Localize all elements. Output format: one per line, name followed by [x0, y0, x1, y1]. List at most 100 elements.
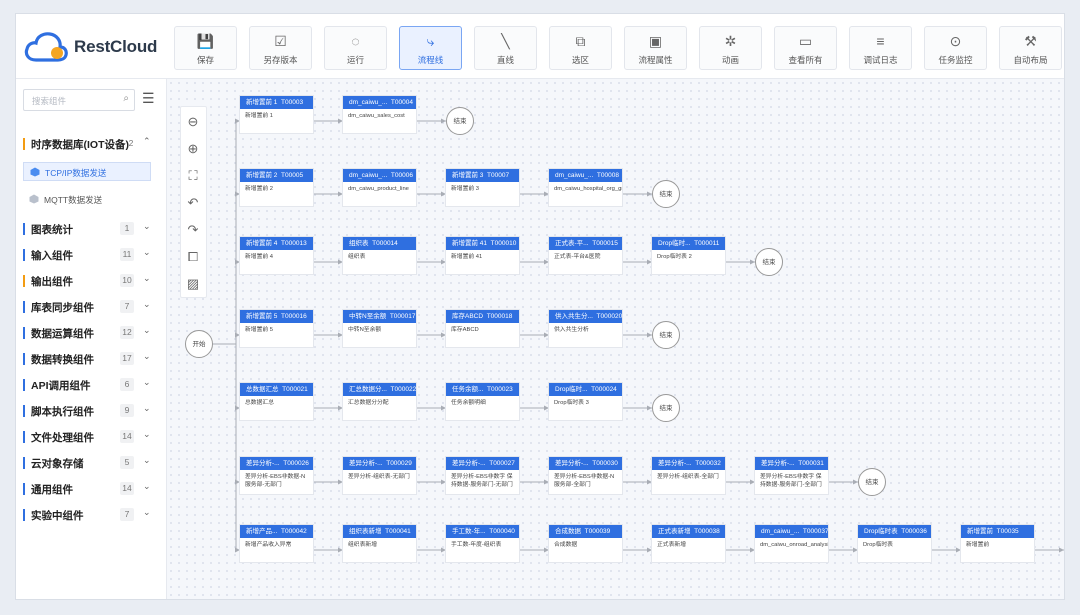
- component-group[interactable]: API调用组件 6 ⌄: [23, 375, 161, 395]
- chevron-down-icon[interactable]: ⌄: [143, 351, 151, 362]
- flow-line-button[interactable]: ⤷ 流程线: [399, 26, 462, 70]
- component-group[interactable]: 云对象存储 5 ⌄: [23, 453, 161, 473]
- save-button[interactable]: 💾 保存: [174, 26, 237, 70]
- component-group[interactable]: 输入组件 11 ⌄: [23, 245, 161, 265]
- select-area-button[interactable]: ⧉ 选区: [549, 26, 612, 70]
- flow-node[interactable]: dm_caiwu_... T00006 dm_caiwu_product_line: [343, 169, 416, 206]
- chevron-down-icon[interactable]: ⌄: [143, 299, 151, 310]
- node-name: 差异分析-...: [658, 460, 692, 467]
- node-name: 手工数-年...: [452, 528, 486, 535]
- flow-node[interactable]: 差异分析-... T000029 差异分析-组织表-无部门: [343, 457, 416, 494]
- flow-node[interactable]: 新增置前 3 T00007 新增置前 3: [446, 169, 519, 206]
- chevron-down-icon[interactable]: ⌄: [143, 221, 151, 232]
- flow-node[interactable]: 新增置前 2 T00005 新增置前 2: [240, 169, 313, 206]
- flow-node[interactable]: 供入共生分... T000020 供入共生分析: [549, 310, 622, 347]
- chevron-down-icon[interactable]: ⌄: [143, 247, 151, 258]
- component-item[interactable]: TCP/IP数据发送: [23, 162, 151, 181]
- chevron-down-icon[interactable]: ⌄: [143, 325, 151, 336]
- view-all-button[interactable]: ▭ 查看所有: [774, 26, 837, 70]
- component-group[interactable]: 数据运算组件 12 ⌄: [23, 323, 161, 343]
- flow-node[interactable]: 新增置前 1 T00003 新增置前 1: [240, 96, 313, 133]
- list-view-icon[interactable]: ☰: [142, 91, 155, 105]
- group-marker: [23, 379, 25, 391]
- flow-node[interactable]: 手工数-年... T000040 手工数-年度-组织表: [446, 525, 519, 562]
- search-icon[interactable]: ⌕: [123, 93, 129, 104]
- flow-canvas[interactable]: 开始 新增置前 1 T00003 新增置前 1 dm_caiwu_... T00004…: [167, 79, 1064, 599]
- flow-node[interactable]: dm_caiwu_... T000037 dm_caiwu_onroad_anal…: [755, 525, 828, 562]
- flow-node[interactable]: 组织表新增 T000041 组织表新增: [343, 525, 416, 562]
- component-item[interactable]: MQTT数据发送: [23, 190, 151, 209]
- flow-node[interactable]: dm_caiwu_... T00004 dm_caiwu_sales_cost: [343, 96, 416, 133]
- straight-line-button[interactable]: ╲ 直线: [474, 26, 537, 70]
- animation-button[interactable]: ✲ 动画: [699, 26, 762, 70]
- chevron-down-icon[interactable]: ⌄: [143, 481, 151, 492]
- chevron-down-icon[interactable]: ⌄: [143, 377, 151, 388]
- undo-icon[interactable]: ↶: [184, 194, 202, 212]
- flow-node[interactable]: Drop临时... T000011 Drop临时表 2: [652, 237, 725, 274]
- flow-node[interactable]: 差异分析-... T000027 差异分析-EBS非数字 保持数据-服务部门-无部…: [446, 457, 519, 494]
- chevron-down-icon[interactable]: ⌄: [143, 429, 151, 440]
- flow-node[interactable]: 差异分析-... T000031 差异分析-EBS非数字 保持数据-服务部门-全部…: [755, 457, 828, 494]
- zoom-in-icon[interactable]: ⊕: [184, 140, 202, 158]
- end-node[interactable]: 结束: [652, 180, 680, 208]
- flow-node[interactable]: Drop临时... T000024 Drop临时表 3: [549, 383, 622, 420]
- end-node[interactable]: 结束: [755, 248, 783, 276]
- flow-node[interactable]: 合成数据 T000039 合成数据: [549, 525, 622, 562]
- component-group[interactable]: 脚本执行组件 9 ⌄: [23, 401, 161, 421]
- flow-node[interactable]: 新增置前 5 T000016 新增置前 5: [240, 310, 313, 347]
- flow-node[interactable]: 汇总数据分... T000022 汇总数据分分配: [343, 383, 416, 420]
- flow-node[interactable]: 中转N至余额 T000017 中转N至余额: [343, 310, 416, 347]
- save-version-button[interactable]: ☑ 另存版本: [249, 26, 312, 70]
- redo-icon[interactable]: ↷: [184, 221, 202, 239]
- end-node[interactable]: 结束: [446, 107, 474, 135]
- end-node[interactable]: 结束: [652, 394, 680, 422]
- grid-icon[interactable]: ▨: [184, 275, 202, 293]
- component-group[interactable]: 数据转换组件 17 ⌄: [23, 349, 161, 369]
- zoom-out-icon[interactable]: ⊖: [184, 113, 202, 131]
- start-node[interactable]: 开始: [185, 330, 213, 358]
- flow-properties-button[interactable]: ▣ 流程属性: [624, 26, 687, 70]
- flow-node[interactable]: 新增置前 4 T000013 新增置前 4: [240, 237, 313, 274]
- chevron-down-icon[interactable]: ⌄: [143, 273, 151, 284]
- node-title: 供入共生分... T000020: [549, 310, 622, 323]
- flow-node[interactable]: 差异分析-... T000026 差异分析-EBS非数据-N 服务部-无部门: [240, 457, 313, 494]
- node-id: T00006: [390, 172, 413, 179]
- node-title: 正式表-平... T000015: [549, 237, 622, 250]
- component-group[interactable]: 时序数据库(IOT设备) 2 ⌃: [23, 134, 161, 154]
- chevron-up-icon[interactable]: ⌃: [143, 136, 151, 147]
- flow-node[interactable]: 新增置前 41 T000010 新增置前 41: [446, 237, 519, 274]
- task-monitor-button[interactable]: ⊙ 任务监控: [924, 26, 987, 70]
- auto-layout-button[interactable]: ⚒ 自动布局: [999, 26, 1062, 70]
- flow-node[interactable]: 新增置前 T00035 新增置前: [961, 525, 1034, 562]
- run-button[interactable]: ◌ 运行: [324, 26, 387, 70]
- group-marker: [23, 431, 25, 443]
- component-group[interactable]: 通用组件 14 ⌄: [23, 479, 161, 499]
- flow-node[interactable]: 正式表新增 T000038 正式表新增: [652, 525, 725, 562]
- flow-node[interactable]: 正式表-平... T000015 正式表-平台&医院: [549, 237, 622, 274]
- flow-node[interactable]: 差异分析-... T000030 差异分析-EBS非数据-N 服务部-全部门: [549, 457, 622, 494]
- search-input[interactable]: [30, 91, 120, 111]
- flow-node[interactable]: 差异分析-... T000032 差异分析-组织表-全部门: [652, 457, 725, 494]
- flow-node[interactable]: 组织表 T000014 组织表: [343, 237, 416, 274]
- component-group[interactable]: 输出组件 10 ⌄: [23, 271, 161, 291]
- chevron-down-icon[interactable]: ⌄: [143, 507, 151, 518]
- flow-node[interactable]: dm_caiwu_... T00008 dm_caiwu_hospital_org…: [549, 169, 622, 206]
- end-node[interactable]: 结束: [652, 321, 680, 349]
- flow-node[interactable]: 新增产品... T000042 新增产品收入异常: [240, 525, 313, 562]
- flow-node[interactable]: Drop临时表 T000036 Drop临时表: [858, 525, 931, 562]
- component-group[interactable]: 实验中组件 7 ⌄: [23, 505, 161, 525]
- chevron-down-icon[interactable]: ⌄: [143, 403, 151, 414]
- fit-view-icon[interactable]: ⛶: [184, 167, 202, 185]
- flow-node[interactable]: 总数据汇总 T000021 总数据汇总: [240, 383, 313, 420]
- component-group[interactable]: 文件处理组件 14 ⌄: [23, 427, 161, 447]
- fullscreen-icon[interactable]: ⧠: [184, 248, 202, 266]
- component-group[interactable]: 库表同步组件 7 ⌄: [23, 297, 161, 317]
- flow-node[interactable]: 库存ABCD T000018 库存ABCD: [446, 310, 519, 347]
- debug-log-button[interactable]: ≡ 调试日志: [849, 26, 912, 70]
- flow-node[interactable]: 任务余额... T000023 任务余额明细: [446, 383, 519, 420]
- component-group[interactable]: 图表统计 1 ⌄: [23, 219, 161, 239]
- node-id: T000029: [386, 460, 412, 467]
- chevron-down-icon[interactable]: ⌄: [143, 455, 151, 466]
- end-node[interactable]: 结束: [858, 468, 886, 496]
- node-id: T000014: [372, 240, 398, 247]
